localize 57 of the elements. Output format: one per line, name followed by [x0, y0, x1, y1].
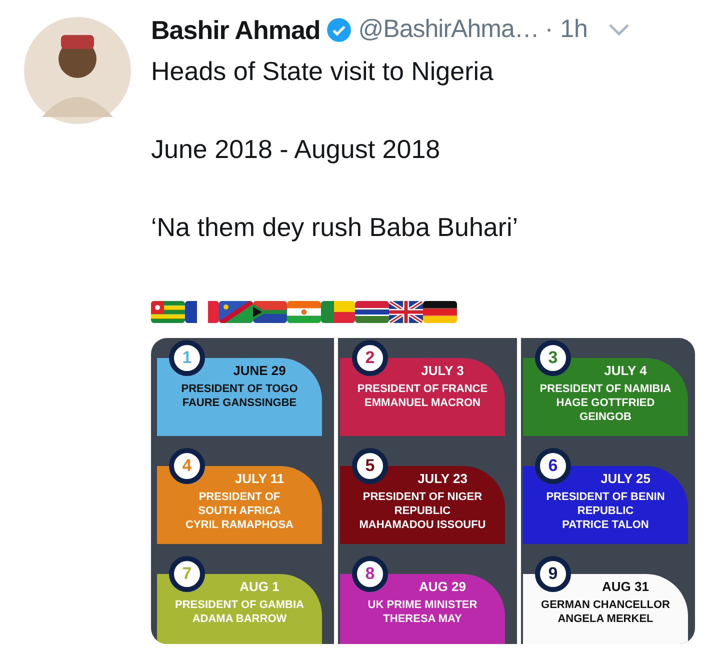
flag-icon	[185, 301, 219, 323]
event-text: ADAMA BARROW	[192, 612, 287, 626]
event-date: JULY 11	[234, 470, 284, 488]
infographic[interactable]	[151, 338, 695, 644]
flag-icon	[389, 301, 423, 323]
event-date: JULY 25	[600, 470, 650, 488]
event-text: PRESIDENT OF BENIN	[546, 490, 665, 504]
author-name[interactable]: Bashir Ahmad	[151, 10, 320, 50]
number-pin: 2	[352, 340, 388, 376]
flag-icon	[423, 301, 457, 323]
event-text: PRESIDENT OF TOGO	[181, 382, 298, 396]
event-text: PRESIDENT OF NAMIBIA	[540, 382, 672, 396]
event-text: REPUBLIC	[394, 504, 451, 518]
number-pin: 6	[535, 448, 571, 484]
author-handle[interactable]: @BashirAhma…	[358, 11, 539, 49]
event-text: PATRICE TALON	[562, 518, 649, 532]
event-text: PRESIDENT OF FRANCE	[357, 382, 488, 396]
event-text: PRESIDENT OF	[198, 490, 280, 504]
event-text: THERESA MAY	[383, 612, 462, 626]
event-date: AUG 31	[602, 578, 649, 596]
event-text: EMMANUEL MACRON	[364, 396, 480, 410]
flag-icon	[151, 301, 185, 323]
event-date: JULY 23	[418, 470, 468, 488]
event-text: PRESIDENT OF GAMBIA	[175, 598, 304, 612]
number-pin: 5	[352, 448, 388, 484]
event-date: JUNE 29	[233, 362, 286, 380]
event-text: GERMAN CHANCELLOR	[541, 598, 670, 612]
number-pin: 4	[169, 448, 205, 484]
avatar[interactable]	[24, 17, 131, 124]
event-date: AUG 1	[240, 578, 280, 596]
flag-icon	[253, 301, 287, 323]
event-date: JULY 3	[421, 362, 464, 380]
event-text: PRESIDENT OF NIGER	[362, 490, 482, 504]
event-text: SOUTH AFRICA	[198, 504, 281, 518]
number-pin: 8	[352, 556, 388, 592]
event-text: MAHAMADOU ISSOUFU	[359, 518, 486, 532]
tweet-time: · 1h	[544, 14, 588, 46]
tweet-text: June 2018 - August 2018	[151, 133, 442, 166]
event-date: AUG 29	[419, 578, 466, 596]
number-pin: 9	[535, 556, 571, 592]
event-text: REPUBLIC	[577, 504, 634, 518]
event-text: UK PRIME MINISTER	[368, 598, 478, 612]
event-text: CYRIL RAMAPHOSA	[186, 518, 294, 532]
number-pin: 3	[535, 340, 571, 376]
flag-icon	[219, 301, 253, 323]
tweet-text: ‘Na them dey rush Baba Buhari’	[151, 211, 520, 244]
event-text: GEINGOB	[580, 410, 632, 424]
number-pin: 7	[169, 556, 205, 592]
number-pin: 1	[169, 340, 205, 376]
event-date: JULY 4	[604, 362, 647, 380]
event-text: FAURE GANSSINGBE	[182, 396, 297, 410]
flag-icon	[287, 301, 321, 323]
event-text: ANGELA MERKEL	[558, 612, 654, 626]
flag-icon	[355, 301, 389, 323]
tweet-text: Heads of State visit to Nigeria	[151, 55, 494, 88]
flag-icon	[321, 301, 355, 323]
event-text: HAGE GOTTFRIED	[556, 396, 655, 410]
